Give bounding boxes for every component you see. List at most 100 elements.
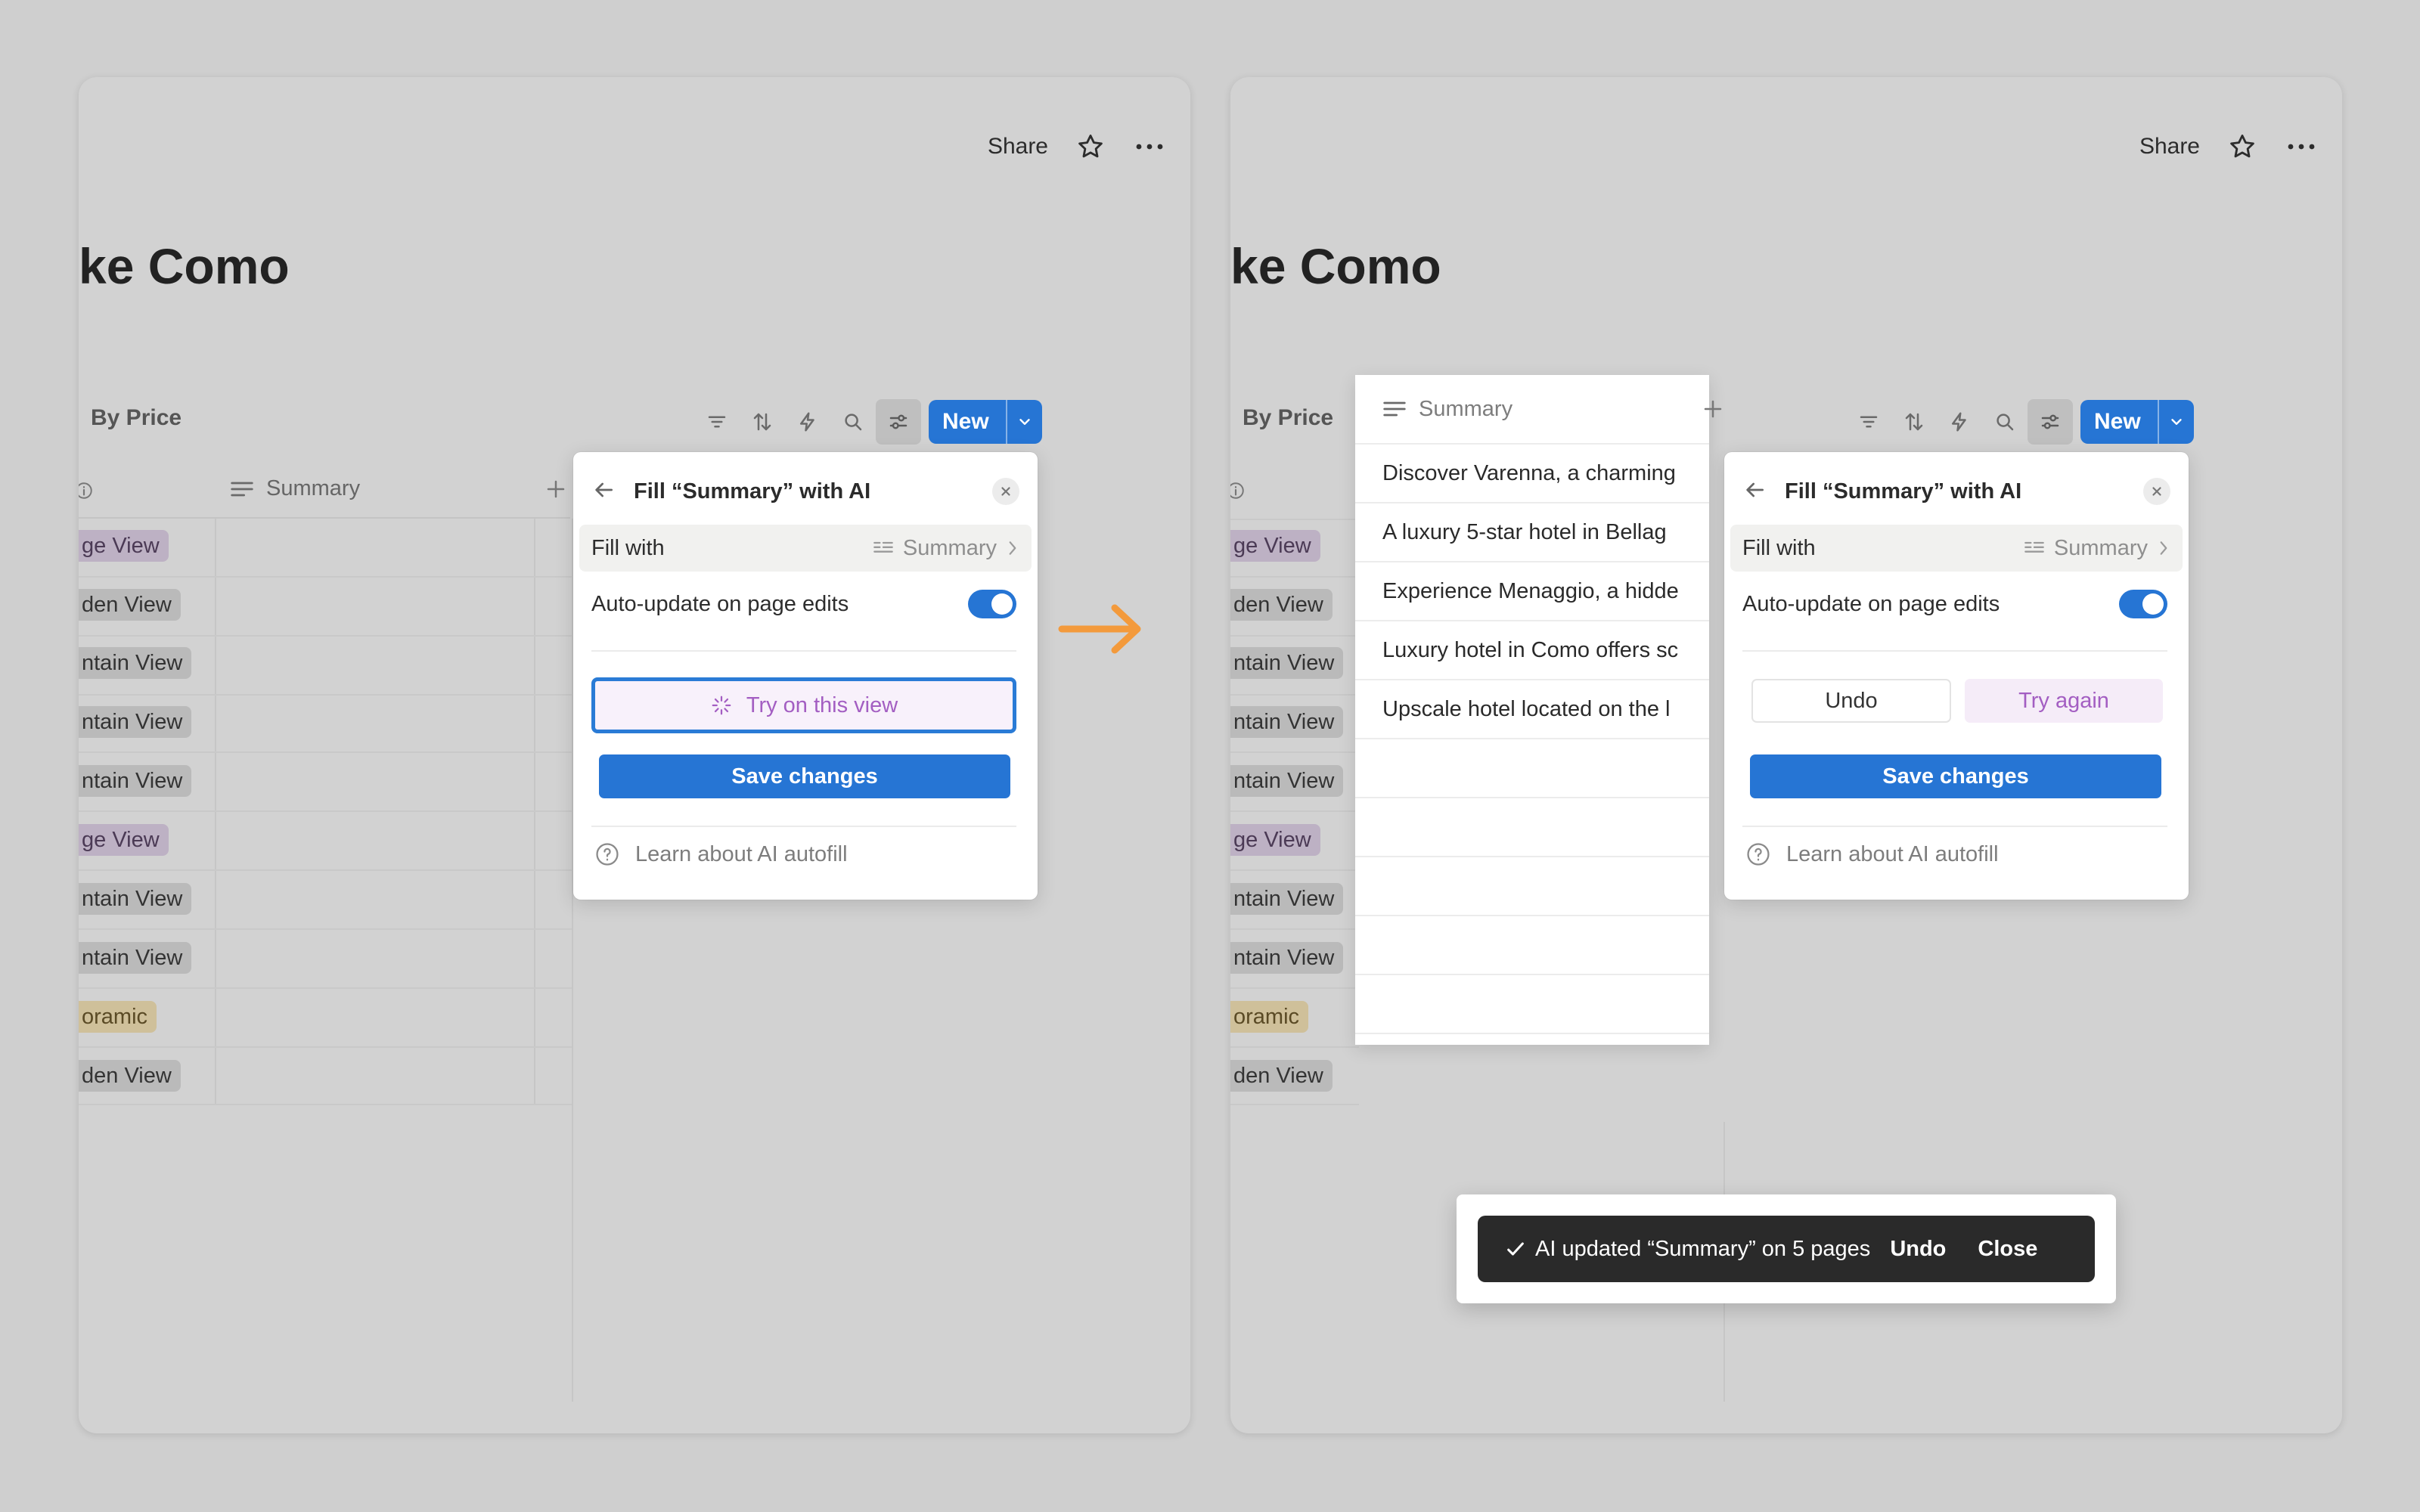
text-lines-icon xyxy=(1383,401,1406,417)
row-divider xyxy=(79,1046,572,1048)
tag-cell[interactable]: den View xyxy=(1230,1060,1333,1092)
tag-cell[interactable]: ntain View xyxy=(1230,706,1344,738)
row-divider xyxy=(79,694,572,696)
top-bar: Share xyxy=(2139,122,2318,171)
add-column-icon[interactable] xyxy=(1702,398,1724,424)
share-button[interactable]: Share xyxy=(988,134,1048,160)
tag-cell[interactable]: ge View xyxy=(79,824,169,856)
filter-icon[interactable] xyxy=(694,399,740,445)
column-header-summary[interactable]: Summary xyxy=(1355,375,1709,445)
summary-cell[interactable]: Experience Menaggio, a hidde xyxy=(1355,562,1709,621)
tag-cell[interactable]: den View xyxy=(79,1060,181,1092)
save-changes-button[interactable]: Save changes xyxy=(599,754,1010,798)
tag-cell[interactable]: ntain View xyxy=(79,647,192,679)
tag-cell[interactable]: ge View xyxy=(1230,824,1320,856)
toast-undo-button[interactable]: Undo xyxy=(1890,1237,1946,1262)
summary-cell[interactable]: A luxury 5-star hotel in Bellag xyxy=(1355,503,1709,562)
star-icon[interactable] xyxy=(1074,130,1107,163)
chevron-right-icon xyxy=(2160,541,2167,555)
more-icon[interactable] xyxy=(1133,130,1166,163)
chevron-down-icon[interactable] xyxy=(2157,400,2194,444)
search-icon[interactable] xyxy=(830,399,876,445)
toast-container: AI updated “Summary” on 5 pages Undo Clo… xyxy=(1457,1194,2116,1303)
settings-sliders-icon[interactable] xyxy=(2028,399,2073,445)
fill-with-label: Fill with xyxy=(1742,535,1816,560)
learn-about-ai-autofill-link[interactable]: Learn about AI autofill xyxy=(1745,839,1999,869)
summary-cell-empty[interactable] xyxy=(1355,857,1709,916)
toast-close-button[interactable]: Close xyxy=(1978,1237,2037,1262)
share-button[interactable]: Share xyxy=(2139,134,2200,160)
try-again-button[interactable]: Try again xyxy=(1965,679,2163,723)
new-button[interactable]: New xyxy=(929,400,1042,444)
back-arrow-icon[interactable] xyxy=(1742,478,1767,506)
try-on-this-view-button[interactable]: Try on this view xyxy=(591,677,1016,733)
tag-cell[interactable]: ge View xyxy=(1230,530,1320,562)
tag-cell[interactable]: den View xyxy=(79,589,181,621)
tag-cell[interactable]: ntain View xyxy=(79,765,192,797)
column-header-summary[interactable]: Summary xyxy=(230,476,360,501)
more-icon[interactable] xyxy=(2285,130,2318,163)
auto-update-row: Auto-update on page edits xyxy=(591,585,1016,623)
popover-title: Fill “Summary” with AI xyxy=(634,479,871,503)
tag-cell[interactable]: ntain View xyxy=(79,942,192,974)
tag-cell[interactable]: den View xyxy=(1230,589,1333,621)
tag-cell[interactable]: ntain View xyxy=(79,706,192,738)
summary-cell-empty[interactable] xyxy=(1355,916,1709,975)
row-divider xyxy=(79,635,572,637)
page-title: ke Como xyxy=(79,238,290,294)
auto-update-toggle[interactable] xyxy=(968,590,1016,618)
auto-update-label: Auto-update on page edits xyxy=(591,591,849,616)
tag-cell[interactable]: ntain View xyxy=(1230,883,1344,915)
row-divider xyxy=(1230,869,1359,871)
new-button-label: New xyxy=(942,409,989,434)
summary-cell-empty[interactable] xyxy=(1355,798,1709,857)
learn-about-ai-autofill-link[interactable]: Learn about AI autofill xyxy=(594,839,848,869)
fill-with-value: Summary xyxy=(873,536,1019,561)
view-tab-by-price[interactable]: By Price xyxy=(91,405,182,431)
summary-cell[interactable]: Discover Varenna, a charming xyxy=(1355,445,1709,503)
tag-cell[interactable]: ntain View xyxy=(1230,942,1344,974)
row-divider xyxy=(1230,694,1359,696)
view-toolbar: New xyxy=(1846,398,2194,446)
chevron-down-icon[interactable] xyxy=(1005,400,1042,444)
add-column-icon[interactable] xyxy=(544,478,567,504)
save-changes-button[interactable]: Save changes xyxy=(1750,754,2161,798)
summary-cell-empty[interactable] xyxy=(1355,739,1709,798)
fill-with-label: Fill with xyxy=(591,535,665,560)
undo-button[interactable]: Undo xyxy=(1751,679,1951,723)
table-header: Summary xyxy=(79,461,570,519)
chevron-right-icon xyxy=(1009,541,1016,555)
summary-cell[interactable]: Luxury hotel in Como offers sc xyxy=(1355,621,1709,680)
summary-property-icon xyxy=(873,541,893,553)
tag-cell[interactable]: oramic xyxy=(79,1001,157,1033)
row-divider xyxy=(1230,810,1359,812)
tag-cell[interactable]: ge View xyxy=(79,530,169,562)
fill-with-row[interactable]: Fill with Summary xyxy=(579,525,1032,572)
star-icon[interactable] xyxy=(2226,130,2259,163)
back-arrow-icon[interactable] xyxy=(591,478,616,506)
view-tab-by-price[interactable]: By Price xyxy=(1243,405,1333,431)
tag-cell[interactable]: oramic xyxy=(1230,1001,1309,1033)
page-title: ke Como xyxy=(1230,238,1441,294)
filter-icon[interactable] xyxy=(1846,399,1891,445)
row-divider xyxy=(79,928,572,930)
settings-sliders-icon[interactable] xyxy=(876,399,921,445)
summary-cell[interactable]: Upscale hotel located on the l xyxy=(1355,680,1709,739)
sort-icon[interactable] xyxy=(1891,399,1937,445)
popover-title: Fill “Summary” with AI xyxy=(1785,479,2022,503)
close-icon[interactable] xyxy=(992,478,1019,505)
row-divider xyxy=(1230,987,1359,989)
automation-icon[interactable] xyxy=(1937,399,1982,445)
divider xyxy=(591,650,1016,652)
tag-cell[interactable]: ntain View xyxy=(1230,765,1344,797)
auto-update-toggle[interactable] xyxy=(2119,590,2167,618)
tag-cell[interactable]: ntain View xyxy=(1230,647,1344,679)
new-button[interactable]: New xyxy=(2080,400,2194,444)
tag-cell[interactable]: ntain View xyxy=(79,883,192,915)
close-icon[interactable] xyxy=(2143,478,2170,505)
sort-icon[interactable] xyxy=(740,399,785,445)
fill-with-row[interactable]: Fill with Summary xyxy=(1730,525,2183,572)
summary-cell-empty[interactable] xyxy=(1355,975,1709,1034)
automation-icon[interactable] xyxy=(785,399,830,445)
search-icon[interactable] xyxy=(1982,399,2028,445)
